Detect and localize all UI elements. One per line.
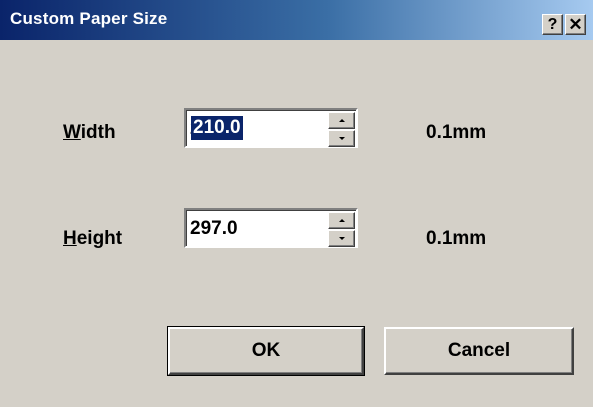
height-decrement-button[interactable] xyxy=(328,230,355,247)
width-spin-buttons xyxy=(328,112,355,147)
title-bar[interactable]: Custom Paper Size ? ✕ xyxy=(0,0,593,40)
height-increment-button[interactable] xyxy=(328,212,355,229)
spin-down-arrow-icon xyxy=(339,137,345,140)
height-label: Height xyxy=(63,228,122,250)
width-label-text: idth xyxy=(80,122,116,143)
width-increment-button[interactable] xyxy=(328,112,355,129)
cancel-button[interactable]: Cancel xyxy=(384,327,574,375)
height-spinbox-frame xyxy=(186,210,356,247)
close-button[interactable]: ✕ xyxy=(565,14,586,35)
width-input[interactable] xyxy=(190,114,325,144)
dialog-title: Custom Paper Size xyxy=(10,9,168,28)
width-label: Width xyxy=(63,122,116,144)
height-unit-label: 0.1mm xyxy=(426,228,487,249)
width-spinbox[interactable]: 210.0 xyxy=(184,108,358,148)
spin-up-arrow-icon xyxy=(339,119,345,122)
width-spinbox-frame: 210.0 xyxy=(186,110,356,147)
width-decrement-button[interactable] xyxy=(328,130,355,147)
ok-button[interactable]: OK xyxy=(167,326,365,376)
close-icon: ✕ xyxy=(568,15,583,34)
spin-up-arrow-icon xyxy=(339,219,345,222)
help-icon: ? xyxy=(547,16,558,33)
height-label-text: eight xyxy=(76,228,123,249)
width-unit-label: 0.1mm xyxy=(426,122,487,143)
height-spinbox[interactable] xyxy=(184,208,358,248)
help-button[interactable]: ? xyxy=(542,14,563,35)
custom-paper-size-dialog: Custom Paper Size ? ✕ Width 210.0 0.1mm … xyxy=(0,0,593,407)
spin-down-arrow-icon xyxy=(339,237,345,240)
height-spin-buttons xyxy=(328,212,355,247)
height-input[interactable] xyxy=(190,214,325,244)
height-label-accelerator: H xyxy=(63,228,77,249)
width-label-accelerator: W xyxy=(63,122,81,143)
